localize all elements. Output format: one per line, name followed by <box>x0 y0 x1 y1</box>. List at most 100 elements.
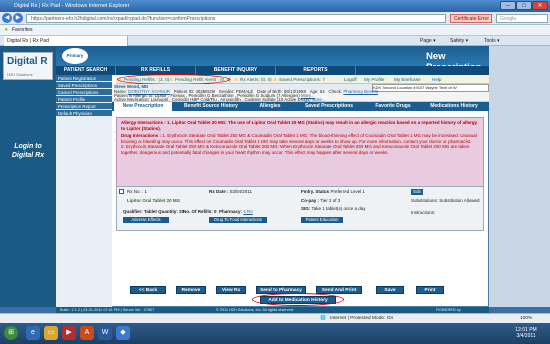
favorites-bar: ★ Favorites <box>0 25 550 36</box>
formulary-value: Preferred Level 1 <box>330 189 365 194</box>
send-and-print-button[interactable]: Send And Print <box>316 286 362 294</box>
drug-food-interactions-button[interactable]: Drug To Food Interactions <box>209 217 267 223</box>
sidebar-item-default-physician[interactable]: Default Physician <box>56 110 112 117</box>
age-value: 54 <box>319 89 325 94</box>
location-select[interactable]: KDK Second Location 49107 Wayne Tech dr … <box>372 84 489 92</box>
saved-prescriptions-link[interactable]: Saved Prescriptions: 7 <box>279 75 325 84</box>
left-login-pane: Digital R H2H Solutions Login to Digital… <box>0 46 56 307</box>
browser-tab-bar: Digital Rx | Rx Pad Page ▾ Safety ▾ Tool… <box>0 36 550 46</box>
toolbar-page[interactable]: Page ▾ <box>420 36 436 46</box>
content-tabs: New Prescription Benefit Source History … <box>112 102 489 111</box>
copay-label: Co-pay : <box>301 198 319 203</box>
digital-rx-logo: Digital R H2H Solutions <box>3 52 53 80</box>
menu-reports[interactable]: REPORTS <box>276 66 356 75</box>
drug-interactions-label: Drug Interactions : <box>121 133 162 138</box>
sidebar-item-patient-registration[interactable]: Patient Registration <box>56 75 112 82</box>
pharmacy-benefit-link[interactable]: Pharmacy Benefit <box>343 89 378 94</box>
start-orb-icon[interactable]: ⊞ <box>4 326 18 340</box>
tab-saved-prescriptions[interactable]: Saved Prescriptions <box>292 102 366 111</box>
tab-favorite-drugs[interactable]: Favorite Drugs <box>366 102 420 111</box>
menu-patient-search[interactable]: PATIENT SEARCH <box>56 66 116 75</box>
logo-text: Digital R <box>7 56 48 67</box>
close-window-button[interactable]: ✕ <box>532 1 548 10</box>
my-profile-link[interactable]: My Profile <box>364 75 384 84</box>
help-link[interactable]: Help <box>432 75 441 84</box>
toolbar-tools[interactable]: Tools ▾ <box>484 36 500 46</box>
formulary-label: Fmlry. Status <box>301 189 330 194</box>
media-icon[interactable]: ▶ <box>62 326 76 340</box>
copay-value: Tier 2 of 3 <box>320 198 341 203</box>
pdf-icon[interactable]: A <box>80 326 94 340</box>
company-text: H2H Solutions <box>7 72 33 77</box>
instructions-label: Instructions: <box>411 210 436 215</box>
print-button[interactable]: Print <box>416 286 444 294</box>
certificate-error-badge[interactable]: Certificate Error <box>450 14 492 23</box>
login-line-2: Digital Rx <box>11 152 45 159</box>
minimize-button[interactable]: – <box>500 1 516 10</box>
sidebar-item-prescription-report[interactable]: Prescription Report <box>56 103 112 110</box>
refills-text: No. Of Refills: 0 <box>183 209 217 214</box>
patient-info-bar: Steve Wood, MD KDK Second Location 49107… <box>112 84 489 102</box>
drug-interaction-2: 2. Erythrocin Stearate Oral Tablet 250 M… <box>121 144 470 155</box>
window-title-bar: Digital Rx | Rx Pad - Windows Internet E… <box>0 0 550 12</box>
sidebar: Patient Registration Saved Prescriptions… <box>56 75 112 307</box>
check-label: Check: <box>328 89 343 94</box>
warning-icon: ⚠ <box>273 77 278 82</box>
address-bar: ◀ ▶ https://partners-ehr.h2hdigital.com/… <box>0 12 550 25</box>
adverse-effects-button[interactable]: Adverse Effects <box>123 217 169 223</box>
forward-arrow-icon[interactable]: ▶ <box>13 13 23 23</box>
right-gray-area <box>489 46 550 307</box>
tab-allergies[interactable]: Allergies <box>248 102 292 111</box>
browser-search-input[interactable]: Google <box>496 14 548 23</box>
sidebar-item-saved-prescriptions[interactable]: Saved Prescriptions <box>56 82 112 89</box>
ie-icon[interactable]: e <box>26 326 40 340</box>
back-arrow-icon[interactable]: ◀ <box>2 13 12 23</box>
rx-alerts-link[interactable]: Rx Alerts: (0, 0) <box>240 75 272 84</box>
patient-education-button[interactable]: Patient Education <box>301 217 343 223</box>
sig-label: SIG: <box>301 206 311 211</box>
rx-summary-box: Rx No. : 1 Lipitor Oral Tablet 20 MG Rx … <box>116 186 484 231</box>
allergy-interactions-text: 1. Lipitor Oral Tablet 20 MG: The use of… <box>121 120 478 131</box>
sig-value: Take 1 tablet(s) once a day <box>311 206 366 211</box>
favorites-button[interactable]: Favorites <box>12 25 33 36</box>
clock[interactable]: 12:01 PM 3/4/2011 <box>506 327 546 339</box>
edit-button[interactable]: Edit <box>411 189 423 195</box>
rx-no-value: 1 <box>144 189 148 194</box>
menu-benefit-inquiry[interactable]: BENEFIT INQUIRY <box>196 66 276 75</box>
save-button[interactable]: Save <box>376 286 404 294</box>
tab-medications-history[interactable]: Medications History <box>420 102 488 111</box>
rx-date-label: Rx Date : <box>209 189 229 194</box>
logoff-link[interactable]: Logoff <box>344 75 357 84</box>
window-title: Digital Rx | Rx Pad - Windows Internet E… <box>14 3 130 9</box>
login-link[interactable]: Login to Digital Rx <box>4 142 52 160</box>
rx-no-label: Rx No. : <box>127 189 144 194</box>
tab-new-prescription[interactable]: New Prescription <box>114 102 172 111</box>
primary-logo: Primary <box>62 48 88 64</box>
maximize-button[interactable]: □ <box>516 1 532 10</box>
browser-status-bar: 🌐 Internet | Protected Mode: On 100% <box>0 313 550 323</box>
rx-date-value: 03/04/2011 <box>229 189 252 194</box>
tab-benefit-source-history[interactable]: Benefit Source History <box>174 102 248 111</box>
url-field[interactable]: https://partners-ehr.h2hdigital.com/rx/r… <box>26 14 446 23</box>
app-header: Primary New Prescription <box>56 46 489 73</box>
back-button[interactable]: << Back <box>130 286 166 294</box>
rx-select-checkbox[interactable] <box>119 189 124 194</box>
my-briefcase-link[interactable]: My Briefcase <box>394 75 421 84</box>
clock-date: 3/4/2011 <box>516 333 536 339</box>
windows-taskbar: ⊞ e ▭ ▶ A W ◆ 12:01 PM 3/4/2011 <box>0 323 550 344</box>
word-icon[interactable]: W <box>98 326 112 340</box>
remove-button[interactable]: Remove <box>176 286 206 294</box>
pharmacy-link[interactable]: 4 Ro <box>243 209 253 214</box>
warning-icon: ⚠ <box>234 77 239 82</box>
toolbar-safety[interactable]: Safety ▾ <box>450 36 468 46</box>
login-line-1: Login to <box>14 143 42 150</box>
folder-icon[interactable]: ▭ <box>44 326 58 340</box>
allergy-interactions-label: Allergy Interactions : <box>121 120 166 125</box>
sidebar-item-patient-profile[interactable]: Patient Profile <box>56 96 112 103</box>
pharmacy-label: Pharmacy: <box>219 209 243 214</box>
photo-icon[interactable]: ◆ <box>116 326 130 340</box>
sidebar-item-cancel-prescriptions[interactable]: Cancel Prescriptions <box>56 89 112 96</box>
browser-tab[interactable]: Digital Rx | Rx Pad <box>4 36 128 46</box>
drug-interaction-1: 1. Erythrocin Stearate Oral Tablet 250 M… <box>121 133 477 144</box>
view-rx-button[interactable]: View Rx <box>216 286 246 294</box>
